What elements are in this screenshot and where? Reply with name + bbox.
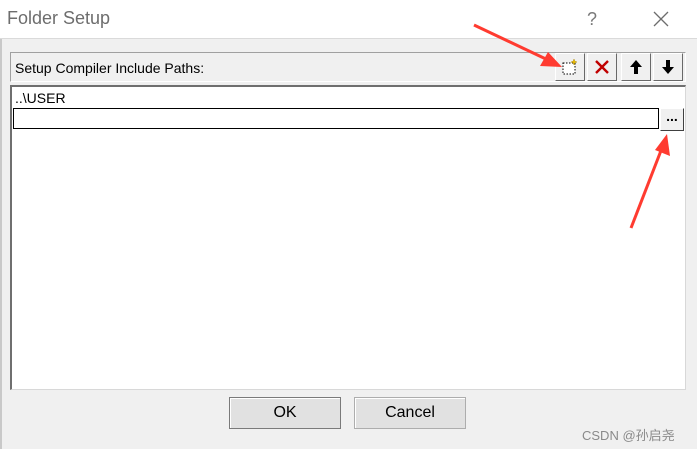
annotation-arrows: [473, 23, 670, 229]
annotation-arrow-browse-button: [629, 134, 670, 229]
annotation-arrow-new-button: [473, 23, 562, 67]
